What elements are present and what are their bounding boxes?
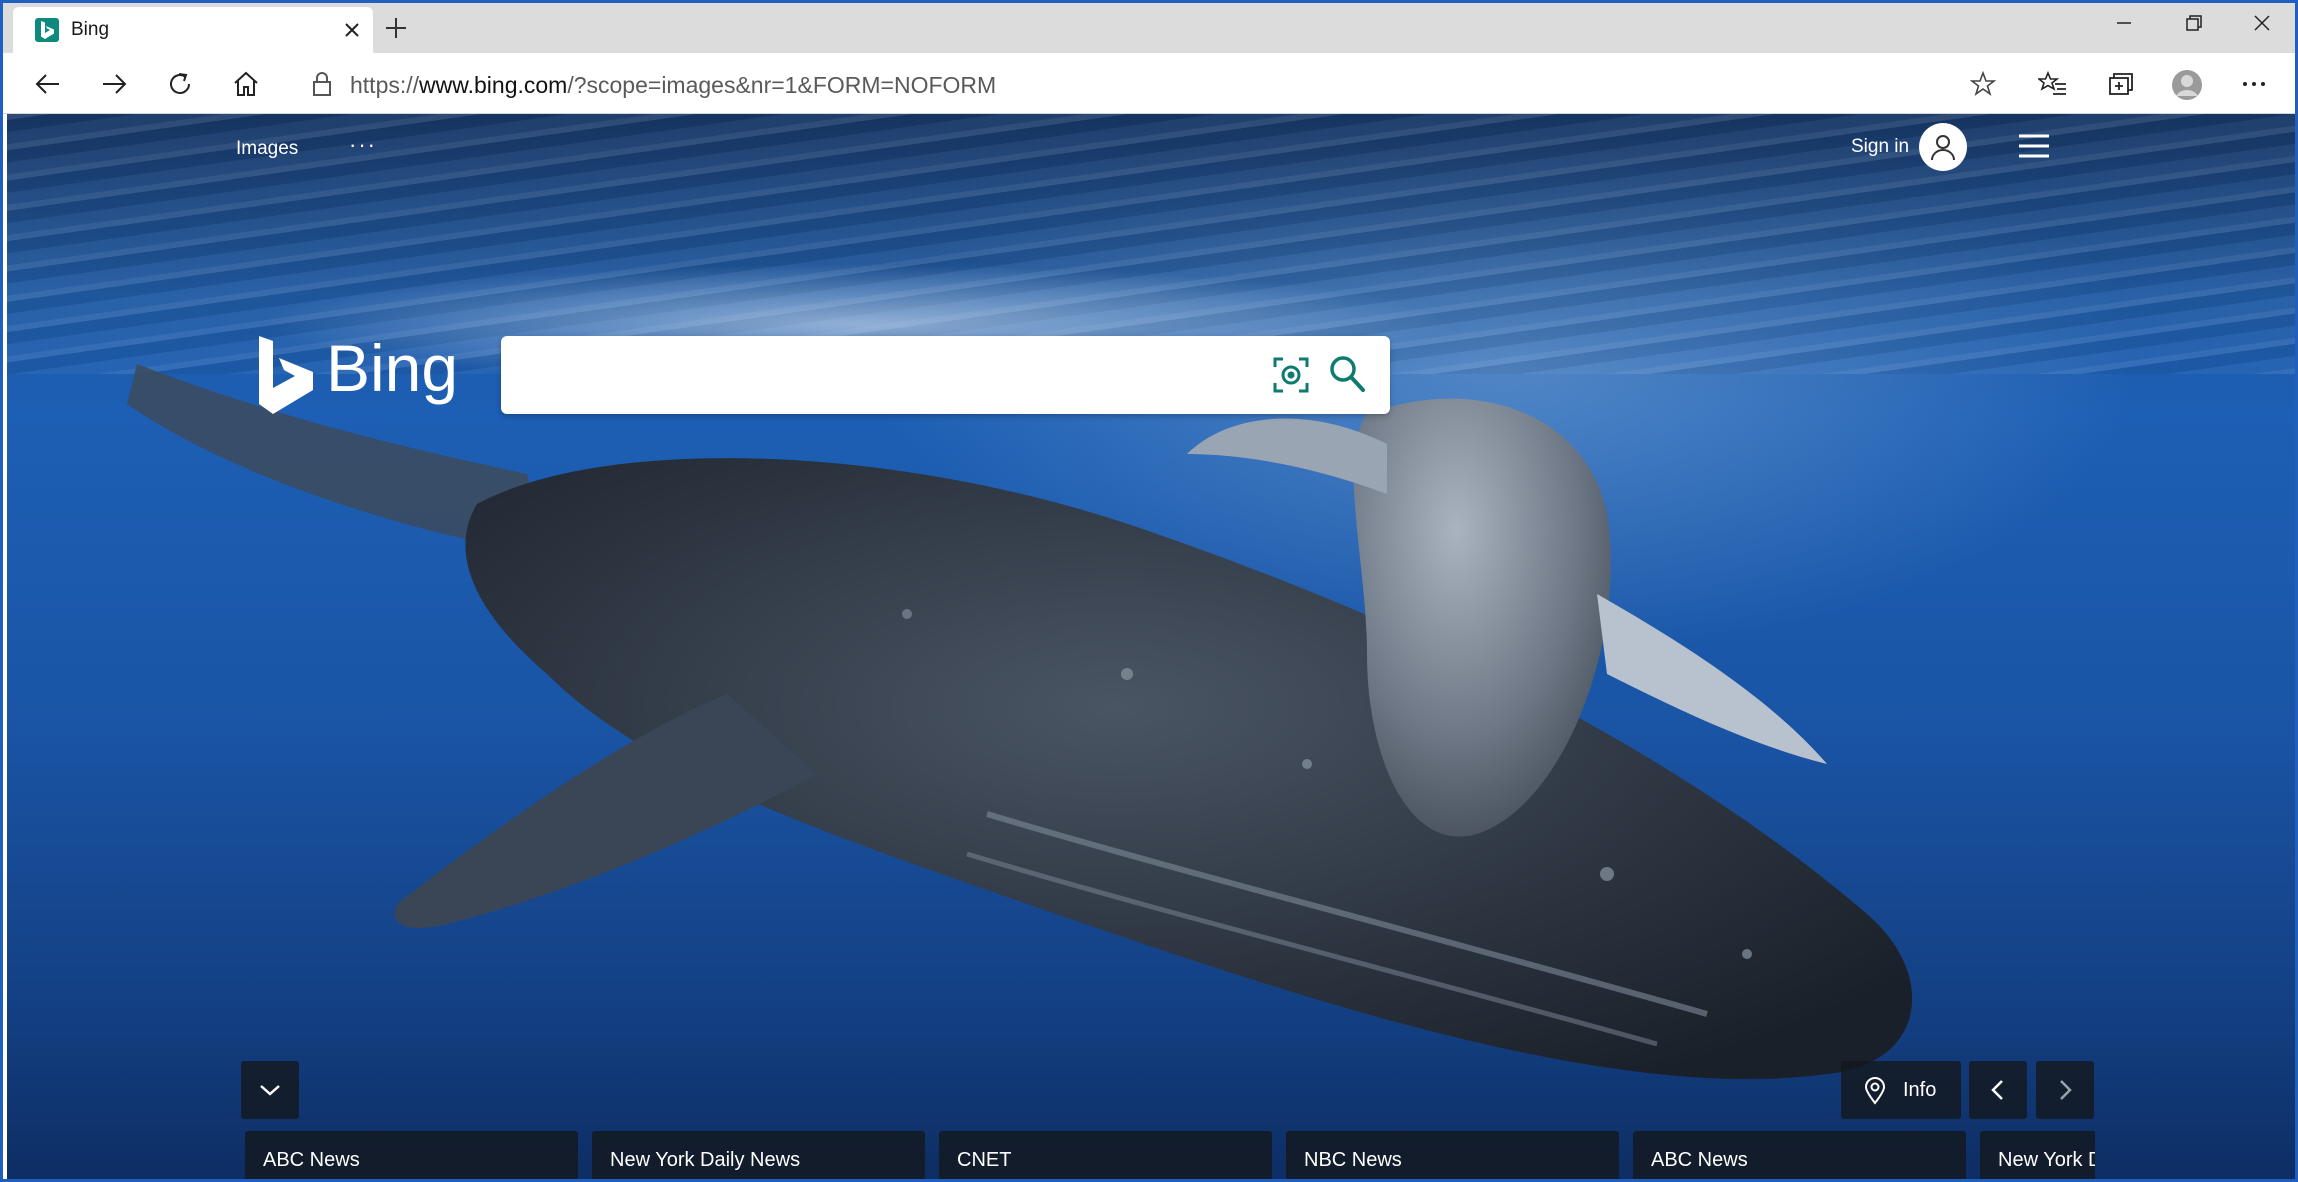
expand-feed-button[interactable] <box>241 1061 299 1119</box>
news-card[interactable]: New York Daily News <box>592 1131 925 1179</box>
nav-images-link[interactable]: Images <box>236 138 298 160</box>
location-pin-icon <box>1864 1077 1886 1105</box>
settings-more-icon[interactable] <box>2239 69 2269 99</box>
news-card[interactable]: New York D <box>1980 1131 2095 1179</box>
image-info-button[interactable]: Info <box>1841 1061 1961 1119</box>
browser-toolbar: https://www.bing.com/?scope=images&nr=1&… <box>3 53 2295 114</box>
nav-more-menu[interactable]: ··· <box>349 132 377 158</box>
close-tab-icon[interactable] <box>341 19 363 41</box>
visual-search-icon[interactable] <box>1272 356 1310 394</box>
close-window-icon[interactable] <box>2247 11 2277 37</box>
url-text[interactable]: https://www.bing.com/?scope=images&nr=1&… <box>350 72 996 99</box>
news-source-label: ABC News <box>1651 1149 1748 1171</box>
address-bar[interactable]: https://www.bing.com/?scope=images&nr=1&… <box>288 61 2008 105</box>
search-box[interactable] <box>501 336 1390 414</box>
hamburger-menu-icon[interactable] <box>2017 133 2051 159</box>
tab-strip: Bing <box>3 3 2295 53</box>
bing-homepage: Images ··· Sign in Bing Info ABC News Ne… <box>7 114 2295 1179</box>
account-avatar-icon[interactable] <box>1919 123 1967 171</box>
chevron-left-icon <box>1991 1080 2003 1100</box>
bing-logo-text[interactable]: Bing <box>326 330 458 406</box>
url-host: www.bing.com <box>419 72 568 98</box>
next-image-button[interactable] <box>2036 1061 2094 1119</box>
new-tab-icon[interactable] <box>383 15 409 41</box>
whales-background-image <box>127 364 1913 1080</box>
news-source-label: New York D <box>1998 1149 2095 1171</box>
news-card[interactable]: ABC News <box>1633 1131 1966 1179</box>
news-card[interactable]: NBC News <box>1286 1131 1619 1179</box>
restore-icon[interactable] <box>2179 11 2209 37</box>
news-source-label: CNET <box>957 1149 1012 1171</box>
browser-tab[interactable]: Bing <box>13 7 373 53</box>
chevron-right-icon <box>2060 1080 2072 1100</box>
forward-icon[interactable] <box>99 69 129 99</box>
previous-image-button[interactable] <box>1969 1061 2027 1119</box>
tab-title: Bing <box>71 19 110 40</box>
news-feed-strip: ABC News New York Daily News CNET NBC Ne… <box>245 1131 2095 1179</box>
bing-favicon-icon <box>35 18 59 42</box>
url-prefix: https:// <box>350 72 420 98</box>
browser-window: Bing https://www.bing.com/?scope=images&… <box>0 0 2298 1182</box>
minimize-icon[interactable] <box>2109 11 2139 37</box>
favorite-star-icon[interactable] <box>1969 70 1997 97</box>
back-icon[interactable] <box>33 69 63 99</box>
url-path: /?scope=images&nr=1&FORM=NOFORM <box>567 72 997 98</box>
news-source-label: NBC News <box>1304 1149 1402 1171</box>
favorites-icon[interactable] <box>2036 69 2068 99</box>
search-icon[interactable] <box>1327 354 1367 394</box>
news-source-label: ABC News <box>263 1149 360 1171</box>
chevron-down-icon <box>260 1085 280 1096</box>
news-card[interactable]: ABC News <box>245 1131 578 1179</box>
home-icon[interactable] <box>231 69 261 99</box>
bing-logo-icon[interactable] <box>255 336 315 421</box>
profile-avatar-icon[interactable] <box>2171 69 2202 100</box>
lock-icon[interactable] <box>310 71 334 97</box>
sign-in-link[interactable]: Sign in <box>1851 136 1909 158</box>
news-source-label: New York Daily News <box>610 1149 801 1171</box>
news-card[interactable]: CNET <box>939 1131 1272 1179</box>
collections-icon[interactable] <box>2105 69 2135 99</box>
refresh-icon[interactable] <box>165 69 195 99</box>
info-label: Info <box>1903 1079 1937 1101</box>
